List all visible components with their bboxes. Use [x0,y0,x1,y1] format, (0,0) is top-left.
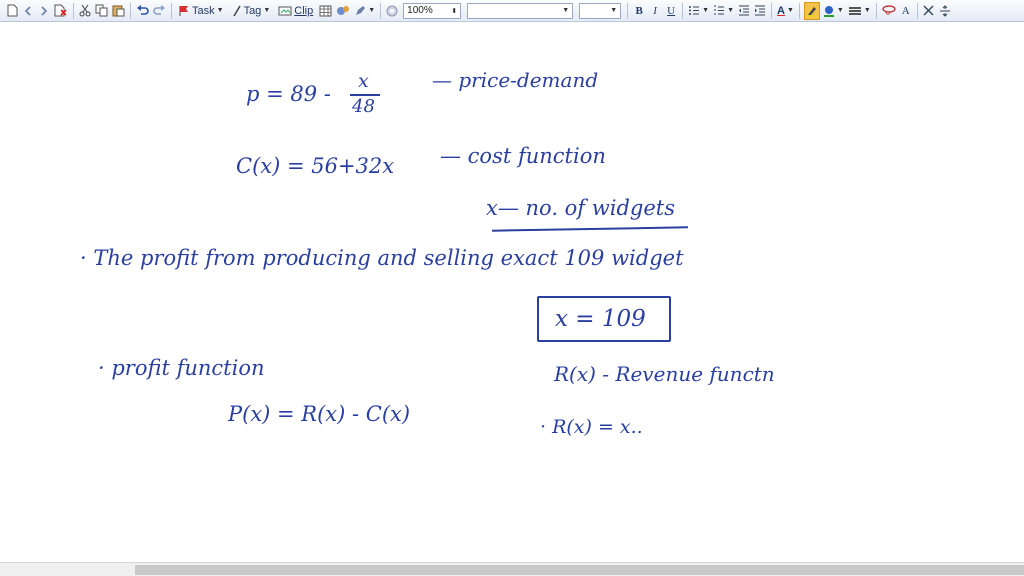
cost-function-label: — cost function [440,144,606,168]
price-demand-equation-lhs: p = 89 - [246,82,331,106]
chevron-down-icon: ▼ [836,7,844,14]
undo-icon[interactable] [135,2,150,20]
task-button[interactable]: Task ▼ [176,2,227,20]
chevron-down-icon: ▼ [263,7,271,14]
line-style-icon[interactable]: ▼ [847,2,872,20]
clip-button[interactable]: Clip [275,2,316,20]
clip-label: Clip [294,4,314,17]
chevron-down-icon: ▼ [610,7,618,14]
cut-icon[interactable] [78,2,92,20]
globe-icon[interactable] [385,2,399,20]
highlighter-icon[interactable] [803,1,820,20]
toolbar-separator [798,2,800,19]
horizontal-scrollbar[interactable] [0,562,1024,576]
revenue-function-label: R(x) - Revenue functn [554,362,775,386]
bullets-icon[interactable]: ▼ [687,2,710,20]
toolbar-separator [171,2,172,19]
price-demand-label: — price-demand [432,68,599,92]
spacing-icon[interactable] [938,2,952,20]
toolbar-separator [73,2,74,19]
delete-icon[interactable] [53,2,69,20]
redo-icon[interactable] [152,2,167,20]
task-label: Task [192,4,215,17]
toolbar-separator [771,2,773,19]
text-color-glyph: A [777,4,785,17]
toolbar-separator [916,2,918,19]
font-size-label: A [901,4,910,17]
profit-function-equation: P(x) = R(x) - C(x) [228,402,411,426]
chevron-down-icon: ▼ [368,7,376,14]
boxed-value-text: x = 109 [555,306,646,332]
font-family-select[interactable]: ▼ [467,2,574,19]
toolbar: Task ▼ Tag ▼ Clip ▼ 100% ⬍ ▼ ▼ B I U ▼ ▼… [0,0,1024,22]
toolbar-separator [380,2,382,19]
numbering-icon[interactable]: ▼ [712,2,735,20]
cost-function-equation: C(x) = 56+32x [236,154,395,178]
profit-statement: · The profit from producing and selling … [80,246,684,270]
fraction-denominator: 48 [352,96,375,117]
paste-icon[interactable] [111,2,126,20]
tag-icon [232,5,241,16]
chevron-down-icon: ▼ [727,7,735,14]
forward-icon[interactable] [37,2,51,20]
toolbar-separator [627,2,629,19]
attach-icon[interactable] [335,2,351,20]
underline-button[interactable]: U [664,2,678,20]
font-size-glyph[interactable]: A [899,2,913,20]
toolbar-separator [130,2,131,19]
tag-button[interactable]: Tag ▼ [229,2,274,20]
chevron-down-icon: ▼ [216,7,224,14]
pen-icon[interactable]: ▼ [353,2,376,20]
font-size-select[interactable]: ▼ [579,2,622,19]
chevron-updown-icon: ⬍ [451,7,458,15]
widgets-underline [491,226,689,232]
chevron-down-icon: ▼ [562,7,570,14]
chevron-down-icon: ▼ [702,7,710,14]
bold-button[interactable]: B [632,2,646,20]
pen-color-icon[interactable]: ▼ [822,2,845,20]
text-color-button[interactable]: A ▼ [776,2,795,20]
clip-icon [278,6,292,16]
zoom-value: 100% [407,5,433,16]
scrollbar-thumb[interactable] [135,565,1024,575]
revenue-equation: · R(x) = x.. [540,416,643,438]
lasso-icon[interactable] [881,2,897,20]
boxed-value: x = 109 [537,296,671,342]
page-icon[interactable] [5,2,19,20]
copy-icon[interactable] [94,2,109,20]
indent-icon[interactable] [753,2,767,20]
table-icon[interactable] [318,2,333,20]
chevron-down-icon: ▼ [863,7,871,14]
toolbar-separator [875,2,877,19]
close-icon[interactable] [922,2,936,20]
back-icon[interactable] [21,2,35,20]
task-icon [179,5,188,16]
profit-function-heading: · profit function [98,356,265,380]
fraction-numerator: x [358,70,369,92]
widgets-definition: x— no. of widgets [486,196,675,220]
outdent-icon[interactable] [737,2,751,20]
chevron-down-icon: ▼ [786,7,794,14]
italic-button[interactable]: I [648,2,662,20]
tag-label: Tag [243,4,262,17]
note-canvas[interactable]: p = 89 - x 48 — price-demand C(x) = 56+3… [0,22,1024,562]
toolbar-separator [682,2,684,19]
zoom-select[interactable]: 100% ⬍ [403,2,462,19]
